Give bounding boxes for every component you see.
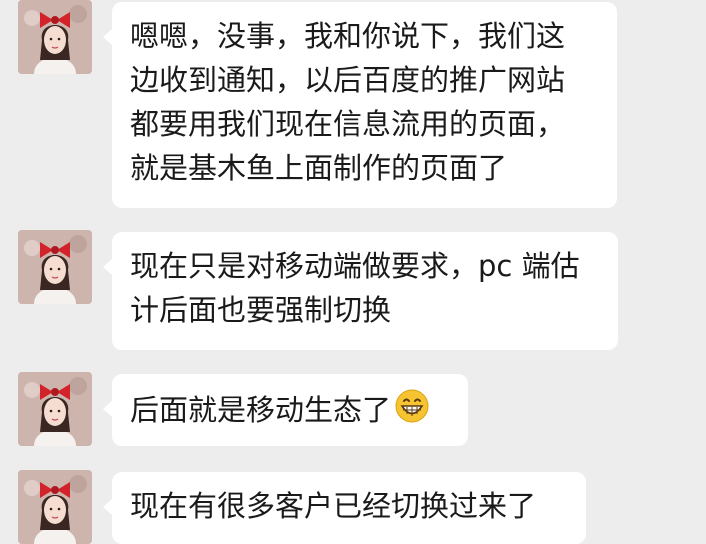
message-text-line: 嗯嗯，没事，我和你说下，我们这 xyxy=(130,19,566,53)
grinning-face-emoji-icon xyxy=(395,389,429,435)
message-bubble[interactable]: 现在只是对移动端做要求，pc 端估 计后面也要强制切换 xyxy=(103,232,618,350)
avatar[interactable] xyxy=(18,0,92,74)
message-text-line: 计后面也要强制切换 xyxy=(130,293,392,327)
avatar-image xyxy=(18,372,92,446)
message-text-line: 边收到通知，以后百度的推广网站 xyxy=(130,63,566,97)
message-bubble[interactable]: 嗯嗯，没事，我和你说下，我们这 边收到通知，以后百度的推广网站 都要用我们现在信… xyxy=(103,2,617,208)
avatar-image xyxy=(18,230,92,304)
message-text-line: 就是基木鱼上面制作的页面了 xyxy=(130,151,508,185)
message-text-line: 现在只是对移动端做要求，pc 端估 xyxy=(130,249,580,283)
avatar[interactable] xyxy=(18,470,92,544)
avatar[interactable] xyxy=(18,230,92,304)
message-text-line: 都要用我们现在信息流用的页面， xyxy=(130,107,566,141)
message-text-line: 后面就是移动生态了 xyxy=(130,393,392,427)
avatar-image xyxy=(18,0,92,74)
avatar[interactable] xyxy=(18,372,92,446)
message-bubble[interactable]: 后面就是移动生态了 xyxy=(103,374,468,446)
avatar-image xyxy=(18,470,92,544)
message-bubble[interactable]: 现在有很多客户已经切换过来了 xyxy=(103,472,586,544)
message-text-line: 现在有很多客户已经切换过来了 xyxy=(130,489,537,523)
